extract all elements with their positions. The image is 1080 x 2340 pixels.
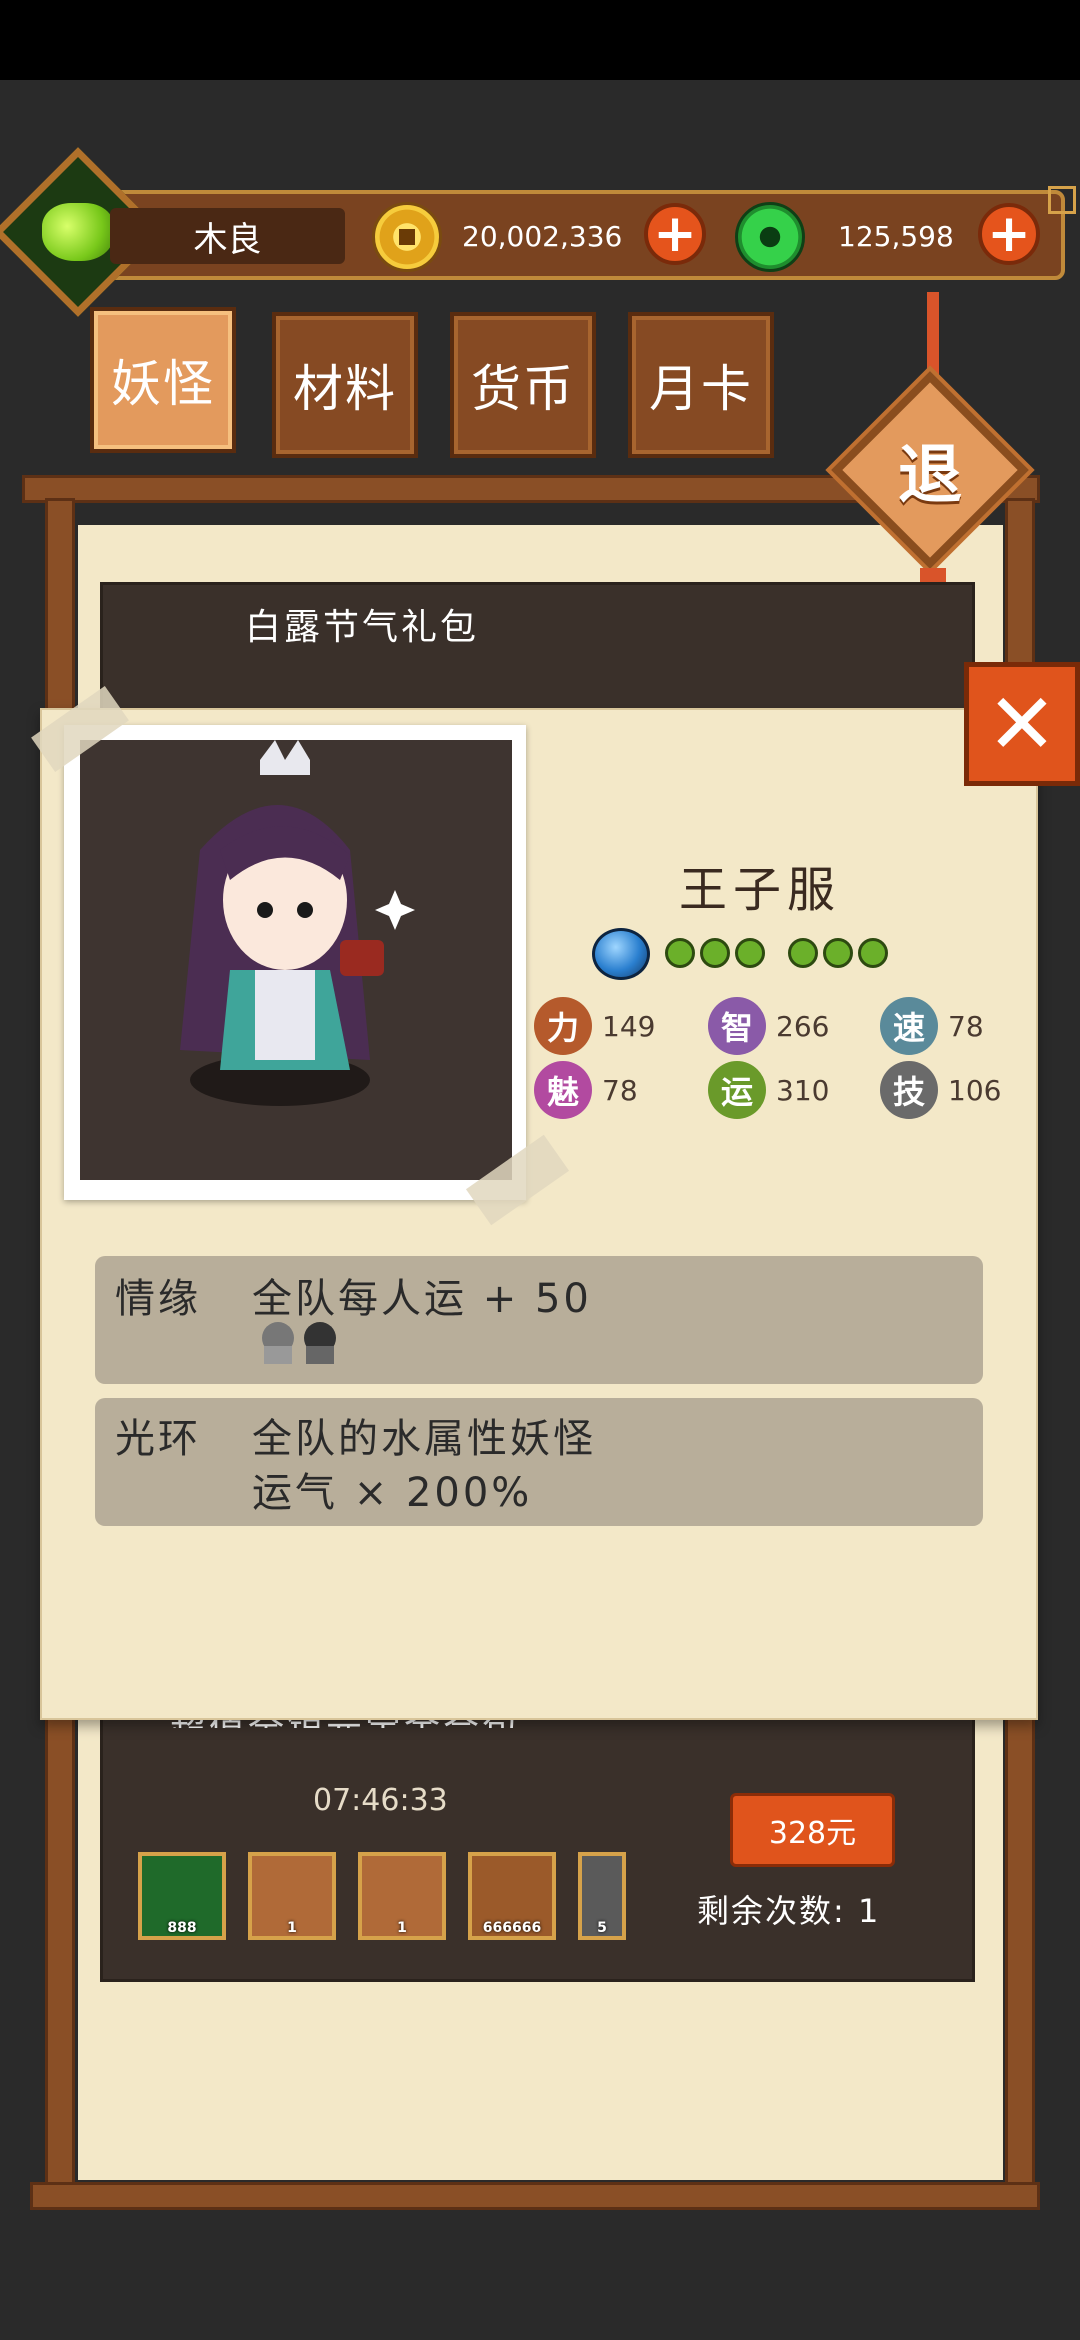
gold-amount: 20,002,336 <box>462 219 623 253</box>
reward-item[interactable]: 888 <box>138 1852 226 1940</box>
aura-label: 光环 <box>115 1416 201 1462</box>
stat-intellect: 智 266 <box>708 996 829 1056</box>
stat-icon: 力 <box>534 997 592 1055</box>
tab-materials[interactable]: 材料 <box>272 312 418 458</box>
stat-icon: 技 <box>880 1061 938 1119</box>
reward-item[interactable]: 666666 <box>468 1852 556 1940</box>
tab-monthly-card[interactable]: 月卡 <box>628 312 774 458</box>
status-bar <box>0 0 1080 80</box>
aura-text: 全队的水属性妖怪 <box>252 1416 596 1462</box>
remaining-count: 剩余次数: 1 <box>697 1892 881 1930</box>
stat-icon: 魅 <box>534 1061 592 1119</box>
reward-item[interactable]: 1 <box>358 1852 446 1940</box>
close-button[interactable]: ✕ <box>964 662 1080 786</box>
tab-label: 材料 <box>293 360 397 418</box>
stat-icon: 智 <box>708 997 766 1055</box>
stat-icon: 速 <box>880 997 938 1055</box>
item-count: 888 <box>167 1920 197 1936</box>
star-icon <box>823 938 853 968</box>
stat-skill: 技 106 <box>880 1060 1001 1120</box>
jade-coin-icon <box>735 202 805 272</box>
reward-item[interactable]: 5 <box>578 1852 626 1940</box>
bond-label: 情缘 <box>115 1276 201 1322</box>
add-jade-button[interactable]: + <box>978 203 1040 265</box>
star-icon <box>735 938 765 968</box>
stat-value: 78 <box>948 1009 984 1043</box>
star-icon <box>665 938 695 968</box>
water-element-icon <box>592 928 650 980</box>
gold-coin-icon <box>372 202 442 272</box>
character-illustration <box>180 740 415 1106</box>
pack-title: 白露节气礼包 <box>245 607 480 648</box>
item-count: 666666 <box>482 1920 542 1936</box>
item-count: 5 <box>597 1920 607 1936</box>
bond-partners-icon <box>248 1316 358 1366</box>
stat-value: 78 <box>602 1073 638 1107</box>
monster-portrait <box>80 740 512 1180</box>
player-name: 木良 <box>110 208 345 264</box>
item-count: 1 <box>397 1920 407 1936</box>
monster-name: 王子服 <box>678 862 841 918</box>
tab-currency[interactable]: 货币 <box>450 312 596 458</box>
aura-text-line2: 运气 × 200% <box>252 1470 533 1516</box>
stat-value: 149 <box>602 1009 656 1043</box>
reward-item[interactable]: 1 <box>248 1852 336 1940</box>
buy-price-button[interactable]: 328元 <box>730 1793 895 1867</box>
frog-avatar-icon <box>41 203 114 261</box>
item-count: 1 <box>287 1920 297 1936</box>
tab-label: 货币 <box>471 360 575 418</box>
stat-value: 266 <box>776 1009 830 1043</box>
board-bottom-beam <box>30 2182 1040 2210</box>
stat-value: 106 <box>948 1073 1002 1107</box>
star-icon <box>858 938 888 968</box>
jade-amount: 125,598 <box>838 219 954 253</box>
stat-speed: 速 78 <box>880 996 984 1056</box>
stat-power: 力 149 <box>534 996 655 1056</box>
tab-monsters[interactable]: 妖怪 <box>90 307 236 453</box>
add-gold-button[interactable]: + <box>644 203 706 265</box>
stat-icon: 运 <box>708 1061 766 1119</box>
tab-label: 妖怪 <box>111 355 215 413</box>
star-icon <box>788 938 818 968</box>
tab-label: 月卡 <box>649 360 753 418</box>
pack-timer: 07:46:33 <box>313 1783 448 1818</box>
list-item <box>100 582 975 712</box>
stat-luck: 运 310 <box>708 1060 829 1120</box>
stat-charm: 魅 78 <box>534 1060 638 1120</box>
star-icon <box>700 938 730 968</box>
exit-label: 退 <box>898 439 962 513</box>
stat-value: 310 <box>776 1073 830 1107</box>
corner-ornament <box>1048 186 1076 214</box>
